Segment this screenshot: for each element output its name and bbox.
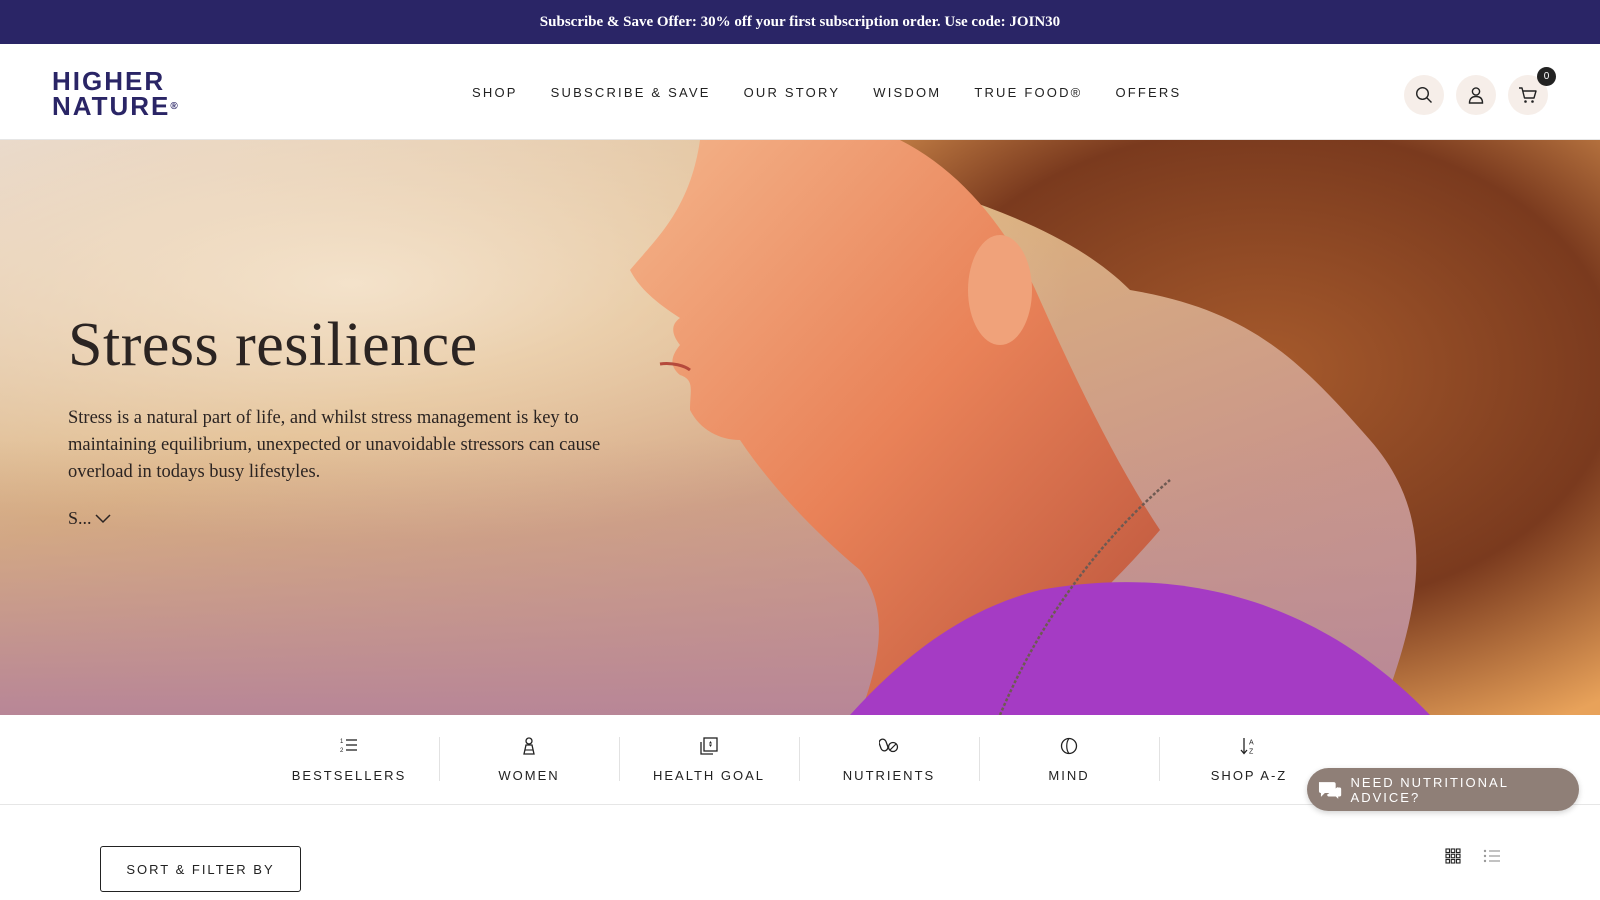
promo-text: Subscribe & Save Offer: 30% off your fir… xyxy=(539,13,1061,30)
chevron-down-icon xyxy=(94,513,111,523)
nav-true-food[interactable]: TRUE FOOD® xyxy=(974,85,1082,100)
sort-az-icon: A Z xyxy=(1240,738,1254,756)
category-bestsellers[interactable]: 1 2 BESTSELLERS xyxy=(259,737,439,783)
search-button[interactable] xyxy=(1404,75,1444,115)
chat-icon xyxy=(1318,781,1342,801)
list-view-toggle[interactable] xyxy=(1483,848,1501,866)
read-more-toggle[interactable]: S... xyxy=(68,508,111,529)
category-label: MIND xyxy=(1048,768,1090,783)
svg-text:2: 2 xyxy=(340,748,344,753)
sort-filter-button[interactable]: SORT & FILTER BY xyxy=(100,846,301,892)
svg-text:1: 1 xyxy=(340,739,344,745)
sort-filter-label: SORT & FILTER BY xyxy=(126,861,275,877)
category-label: SHOP A-Z xyxy=(1210,768,1288,783)
nav-offers[interactable]: OFFERS xyxy=(1115,85,1181,100)
category-label: BESTSELLERS xyxy=(291,768,407,783)
brand-logo[interactable]: HIGHER NATURE® xyxy=(52,68,192,121)
brand-line-2: NATURE xyxy=(52,91,171,121)
category-label: HEALTH GOAL xyxy=(652,768,766,783)
capsules-icon xyxy=(879,738,899,753)
main-nav: SHOP SUBSCRIBE & SAVE OUR STORY WISDOM T… xyxy=(472,44,1214,140)
health-goal-icon xyxy=(700,737,718,755)
svg-text:Z: Z xyxy=(1249,749,1254,756)
woman-icon xyxy=(523,737,535,755)
hero-title: Stress resilience xyxy=(68,311,478,379)
advice-label: NEED NUTRITIONAL ADVICE? xyxy=(1350,774,1509,805)
grid-icon xyxy=(1445,848,1461,864)
cart-icon xyxy=(1519,87,1537,103)
account-button[interactable] xyxy=(1456,75,1496,115)
nav-wisdom[interactable]: WISDOM xyxy=(873,85,941,100)
search-icon xyxy=(1415,86,1432,103)
cart-button[interactable]: 0 xyxy=(1508,67,1556,115)
nav-subscribe-save[interactable]: SUBSCRIBE & SAVE xyxy=(551,85,711,100)
grid-view-toggle[interactable] xyxy=(1445,848,1463,866)
category-nutrients[interactable]: NUTRIENTS xyxy=(799,737,979,783)
nav-our-story[interactable]: OUR STORY xyxy=(744,85,841,100)
svg-text:A: A xyxy=(1249,740,1254,747)
promo-bar: Subscribe & Save Offer: 30% off your fir… xyxy=(0,0,1600,44)
read-more-label: S... xyxy=(68,508,92,528)
user-icon xyxy=(1468,87,1484,104)
cart-count-badge: 0 xyxy=(1537,67,1556,86)
hero-banner: Stress resilience Stress is a natural pa… xyxy=(0,140,1600,715)
list-icon xyxy=(1483,849,1500,863)
category-label: NUTRIENTS xyxy=(842,768,936,783)
category-label: WOMEN xyxy=(498,768,560,783)
category-women[interactable]: WOMEN xyxy=(439,737,619,783)
category-mind[interactable]: MIND xyxy=(979,737,1159,783)
nav-shop[interactable]: SHOP xyxy=(472,85,518,100)
nutritional-advice-button[interactable]: NEED NUTRITIONAL ADVICE? xyxy=(1307,768,1579,811)
site-header: HIGHER NATURE® SHOP SUBSCRIBE & SAVE OUR… xyxy=(0,44,1600,140)
brand-registered-mark: ® xyxy=(170,101,178,112)
category-health-goal[interactable]: HEALTH GOAL xyxy=(619,737,799,783)
mind-icon xyxy=(1060,737,1078,755)
list-ranking-icon: 1 2 xyxy=(340,739,357,753)
hero-description: Stress is a natural part of life, and wh… xyxy=(68,408,601,482)
